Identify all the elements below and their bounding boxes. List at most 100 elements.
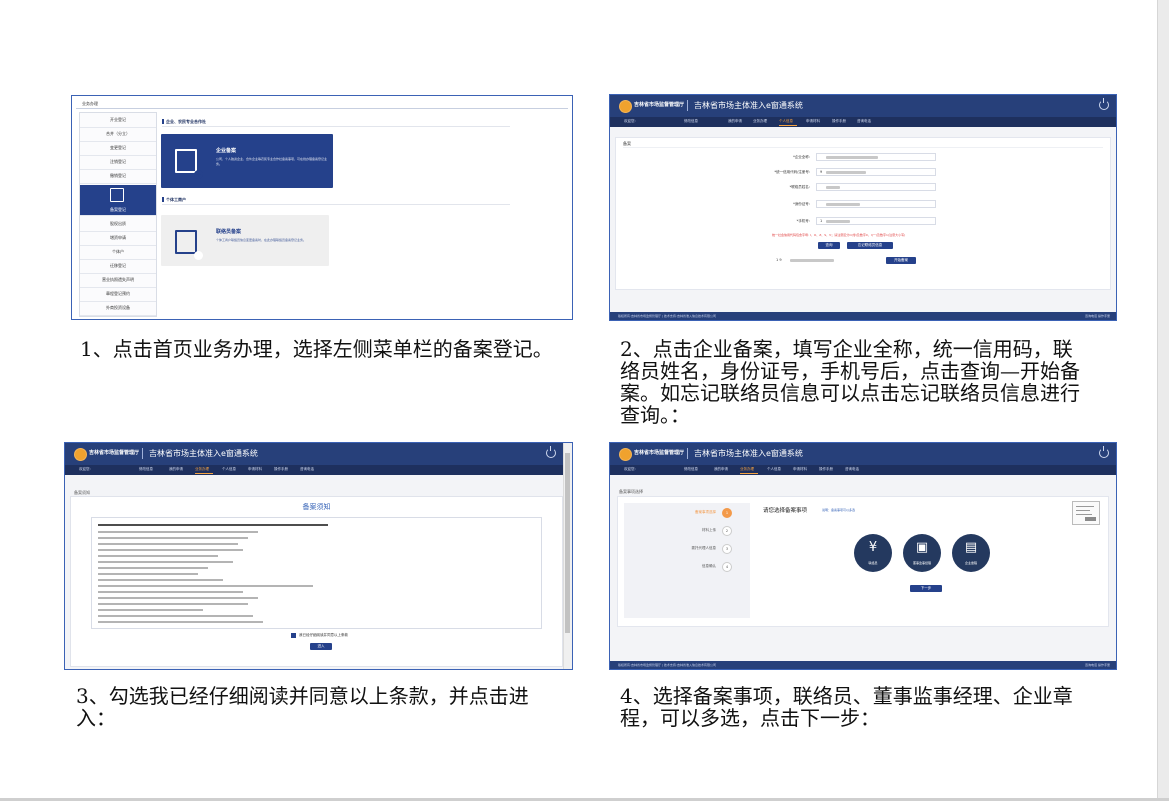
liaison-name-label: *联络员姓名: xyxy=(789,185,810,189)
menu-item[interactable]: 章程登记预约 xyxy=(80,287,156,302)
divider xyxy=(687,448,688,459)
credit-code-field[interactable]: 9 xyxy=(816,168,936,176)
menu-item[interactable]: 变更登记 xyxy=(80,141,156,156)
app-header: 吉林省市场监督管理厅 吉林省市场主体准入e窗通系统 xyxy=(610,443,1116,465)
text-line xyxy=(98,591,243,593)
screenshot-filing-notice: 吉林省市场监督管理厅 吉林省市场主体准入e窗通系统 欢迎您: 修改信息 我的申请… xyxy=(64,442,573,670)
nav-item[interactable]: 业务办理 xyxy=(753,119,767,124)
text-line xyxy=(98,609,203,611)
nav-item[interactable]: 咨询电话 xyxy=(857,119,871,124)
emblem-icon xyxy=(619,448,632,461)
document-stack-icon: ▤ xyxy=(964,540,978,555)
top-nav: 欢迎您: 修改信息 我的申请 业务办理 个人信息 申请材料 操作手册 咨询电话 xyxy=(610,117,1116,127)
redacted-value xyxy=(826,220,850,223)
agree-checkbox[interactable] xyxy=(291,633,296,638)
nav-item[interactable]: 申请材料 xyxy=(793,467,807,472)
menu-item[interactable]: 增资申请 xyxy=(80,231,156,246)
nav-item[interactable]: 修改信息 xyxy=(139,467,153,472)
nav-item-active[interactable]: 业务办理 xyxy=(195,467,209,472)
option-articles[interactable]: ▤ 企业章程 xyxy=(952,534,990,572)
footer-copyright: 版权所有:吉林省市场监督管理厅 | 技术支持:吉林省准入信息技术有限公司 xyxy=(618,314,716,318)
caption-step-2: 2、点击企业备案，填写企业全称，统一信用码，联 络员姓名，身份证号，手机号后，点… xyxy=(620,338,1080,426)
nav-item[interactable]: 个人信息 xyxy=(222,467,236,472)
power-icon[interactable] xyxy=(546,446,556,458)
footer-links[interactable]: 咨询电话 操作手册 xyxy=(1085,663,1110,667)
scrollbar-thumb[interactable] xyxy=(565,453,570,633)
nav-item[interactable]: 操作手册 xyxy=(819,467,833,472)
step-number: 3 xyxy=(722,544,732,554)
nav-item[interactable]: 操作手册 xyxy=(832,119,846,124)
menu-item[interactable]: 迁移登记 xyxy=(80,259,156,274)
menu-item[interactable]: 注销登记 xyxy=(80,155,156,170)
emblem-icon xyxy=(74,448,87,461)
nav-welcome: 欢迎您: xyxy=(79,467,91,471)
nav-item[interactable]: 我的申请 xyxy=(728,119,742,124)
step-label: 备案事项选择 xyxy=(695,510,716,514)
menu-item[interactable]: 营业执照遗失声明 xyxy=(80,273,156,288)
nav-item[interactable]: 咨询电话 xyxy=(845,467,859,472)
menu-item[interactable]: 外商投资设备 xyxy=(80,301,156,316)
text-line xyxy=(98,524,328,526)
credit-code-warning: 统一社会信用代码包含字母: I、O、Z、S、V；请注意区分O(零)及数字0，I(… xyxy=(772,233,906,237)
caption-line: 络员姓名，身份证号，手机号后，点击查询—开始备 xyxy=(620,359,1080,383)
app-footer: 版权所有:吉林省市场监督管理厅 | 技术支持:吉林省准入信息技术有限公司 咨询电… xyxy=(610,661,1116,669)
notice-title: 备案须知 xyxy=(302,503,331,511)
next-button[interactable]: 下一步 xyxy=(910,585,942,592)
nav-item[interactable]: 我的申请 xyxy=(714,467,728,472)
page-scrollbar[interactable] xyxy=(1157,0,1169,801)
nav-item[interactable]: 修改信息 xyxy=(684,467,698,472)
phone-label: *手机号: xyxy=(796,219,810,223)
query-button[interactable]: 查询 xyxy=(818,242,840,249)
phone-field[interactable]: 1 xyxy=(816,217,936,225)
nav-item[interactable]: 操作手册 xyxy=(274,467,288,472)
app-header: 吉林省市场监督管理厅 吉林省市场主体准入e窗通系统 xyxy=(610,95,1116,117)
id-number-field[interactable] xyxy=(816,200,936,208)
nav-item[interactable]: 咨询电话 xyxy=(300,467,314,472)
app-footer: 版权所有:吉林省市场监督管理厅 | 技术支持:吉林省准入信息技术有限公司 咨询电… xyxy=(610,312,1116,320)
power-icon[interactable] xyxy=(1099,98,1109,110)
nav-item[interactable]: 我的申请 xyxy=(169,467,183,472)
text-line xyxy=(98,543,238,545)
menu-item[interactable]: 个体户 xyxy=(80,245,156,260)
menu-item[interactable]: 撤销登记 xyxy=(80,169,156,184)
caption-line: 2、点击企业备案，填写企业全称，统一信用码，联 xyxy=(620,337,1073,361)
company-name-field[interactable] xyxy=(816,153,936,161)
caption-step-3: 3、勾选我已经仔细阅读并同意以上条款，并点击进 入： xyxy=(76,685,529,729)
menu-item[interactable]: 开业登记 xyxy=(80,113,156,128)
caption-line: 程，可以多选，点击下一步： xyxy=(620,706,880,730)
nav-item[interactable]: 申请材料 xyxy=(806,119,820,124)
caption-line: 案。如忘记联络员信息可以点击忘记联络员信息进行 xyxy=(620,381,1080,405)
agree-label: 我已经仔细阅读并同意以上条款 xyxy=(299,633,348,637)
text-line xyxy=(98,621,263,623)
nav-item-active[interactable]: 个人信息 xyxy=(779,119,793,124)
start-filing-button[interactable]: 开始备案 xyxy=(886,257,916,264)
app-header: 吉林省市场监督管理厅 吉林省市场主体准入e窗通系统 xyxy=(65,443,572,465)
field-value: 9 xyxy=(820,170,823,174)
enter-button[interactable]: 进入 xyxy=(310,643,332,650)
text-line xyxy=(98,585,313,587)
liaison-name-field[interactable] xyxy=(816,183,936,191)
option-directors[interactable]: ▣ 董事监事经理 xyxy=(903,534,941,572)
text-line xyxy=(98,573,198,575)
liaison-filing-card[interactable]: 联络员备案 个体工商户联络员信息变更备案时，在此办理联络员备案登记业务。 xyxy=(161,215,329,266)
org-name: 吉林省市场监督管理厅 xyxy=(634,102,685,108)
text-line xyxy=(98,561,233,563)
menu-item-filing-selected[interactable]: 备案登记 xyxy=(80,185,156,216)
caption-line: 入： xyxy=(76,706,116,730)
menu-item[interactable]: 合并（分立） xyxy=(80,127,156,142)
footer-links[interactable]: 咨询电话 操作手册 xyxy=(1085,314,1110,318)
option-liaison[interactable]: ¥ 联络员 xyxy=(854,534,892,572)
nav-item[interactable]: 修改信息 xyxy=(684,119,698,124)
active-underline xyxy=(779,125,797,126)
nav-item-active[interactable]: 业务办理 xyxy=(740,467,754,472)
enterprise-filing-card[interactable]: 企业备案 公司、个人独资企业、合伙企业等农民专业合作社备案事项，可在线办理备案登… xyxy=(161,134,333,188)
power-icon[interactable] xyxy=(1099,446,1109,458)
menu-item[interactable]: 股权出质 xyxy=(80,217,156,232)
footer-copyright: 版权所有:吉林省市场监督管理厅 | 技术支持:吉林省准入信息技术有限公司 xyxy=(618,663,716,667)
scrollbar[interactable] xyxy=(563,443,572,669)
nav-item[interactable]: 申请材料 xyxy=(248,467,262,472)
section-enterprise-heading: 企业、农民专业合作社 xyxy=(162,119,206,124)
org-name: 吉林省市场监督管理厅 xyxy=(89,450,140,456)
forgot-liaison-button[interactable]: 忘记联络员信息 xyxy=(847,242,893,249)
nav-item[interactable]: 个人信息 xyxy=(767,467,781,472)
